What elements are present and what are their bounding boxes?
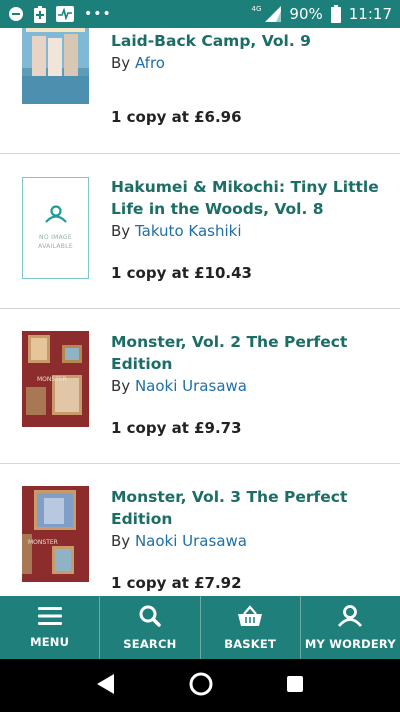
book-info: Laid-Back Camp, Vol. 9 By Afro [111, 30, 390, 74]
svg-text:LAID-BACK: LAID-BACK [31, 28, 81, 30]
nav-my-wordery-button[interactable]: MY WORDERY [301, 596, 400, 659]
book-author[interactable]: Takuto Kashiki [135, 222, 242, 240]
book-cover[interactable]: MONSTER [22, 486, 89, 582]
list-item: LAID-BACK Laid-Back Camp, Vol. 9 By Afro… [0, 28, 400, 154]
book-title[interactable]: Monster, Vol. 2 The Perfect Edition [111, 331, 390, 375]
signal-icon [265, 6, 282, 22]
by-label: By [111, 54, 131, 72]
nav-basket-label: BASKET [224, 636, 276, 651]
svg-text:MONSTER: MONSTER [37, 376, 67, 383]
book-author[interactable]: Afro [135, 54, 165, 72]
search-icon [139, 605, 161, 631]
by-label: By [111, 377, 131, 395]
basket-list-viewport[interactable]: LAID-BACK Laid-Back Camp, Vol. 9 By Afro… [0, 28, 400, 596]
book-byline: By Naoki Urasawa [111, 530, 390, 552]
by-label: By [111, 222, 131, 240]
network-type: 4G [251, 5, 262, 13]
nav-menu-button[interactable]: MENU [0, 596, 101, 659]
user-icon [337, 604, 363, 631]
book-title[interactable]: Laid-Back Camp, Vol. 9 [111, 30, 390, 52]
no-image-placeholder[interactable]: NO IMAGE AVAILABLE [22, 177, 89, 279]
list-item: MONSTER Monster, Vol. 2 The Perfect Edit… [0, 309, 400, 464]
nav-search-label: SEARCH [123, 636, 177, 651]
activity-icon [56, 6, 74, 22]
home-icon[interactable] [188, 671, 214, 701]
back-icon[interactable] [96, 673, 116, 699]
clock: 11:17 [348, 5, 392, 23]
list-item: MONSTER Monster, Vol. 3 The Perfect Edit… [0, 464, 400, 596]
status-left-icons: ••• [8, 5, 112, 23]
book-byline: By Takuto Kashiki [111, 220, 390, 242]
nav-my-wordery-label: MY WORDERY [304, 636, 396, 651]
person-icon [44, 205, 67, 227]
nav-menu-label: MENU [30, 634, 70, 649]
more-dots-icon: ••• [84, 6, 112, 22]
menu-icon [37, 606, 62, 629]
status-right: 4G 90% 11:17 [252, 5, 392, 23]
svg-text:MONSTER: MONSTER [28, 539, 58, 546]
basket-list: LAID-BACK Laid-Back Camp, Vol. 9 By Afro… [0, 28, 400, 596]
bottom-nav: MENU SEARCH BASKET MY WORDERY [0, 596, 400, 659]
list-item: NO IMAGE AVAILABLE Hakumei & Mikochi: Ti… [0, 154, 400, 309]
nav-basket-button[interactable]: BASKET [201, 596, 301, 659]
do-not-disturb-icon [8, 6, 24, 22]
book-title[interactable]: Monster, Vol. 3 The Perfect Edition [111, 486, 390, 530]
no-image-text: NO IMAGE AVAILABLE [38, 234, 73, 250]
book-info: Monster, Vol. 3 The Perfect Edition By N… [111, 486, 390, 552]
nav-search-button[interactable]: SEARCH [100, 596, 201, 659]
battery-icon [330, 5, 341, 23]
book-info: Monster, Vol. 2 The Perfect Edition By N… [111, 331, 390, 397]
book-cover[interactable]: LAID-BACK [22, 28, 89, 104]
battery-saver-icon [34, 5, 46, 23]
book-byline: By Afro [111, 52, 390, 74]
battery-percent: 90% [289, 5, 323, 23]
book-price: 1 copy at £7.92 [111, 574, 242, 592]
book-price: 1 copy at £10.43 [111, 264, 252, 282]
by-label: By [111, 532, 131, 550]
book-title[interactable]: Hakumei & Mikochi: Tiny Little Life in t… [111, 176, 390, 220]
book-info: Hakumei & Mikochi: Tiny Little Life in t… [111, 176, 390, 242]
book-price: 1 copy at £6.96 [111, 108, 242, 126]
book-price: 1 copy at £9.73 [111, 419, 242, 437]
book-cover[interactable]: MONSTER [22, 331, 89, 427]
system-nav-bar [0, 659, 400, 712]
recents-icon[interactable] [286, 675, 304, 697]
book-author[interactable]: Naoki Urasawa [135, 532, 247, 550]
basket-icon [237, 604, 263, 631]
book-author[interactable]: Naoki Urasawa [135, 377, 247, 395]
book-byline: By Naoki Urasawa [111, 375, 390, 397]
status-bar: ••• 4G 90% 11:17 [0, 0, 400, 28]
